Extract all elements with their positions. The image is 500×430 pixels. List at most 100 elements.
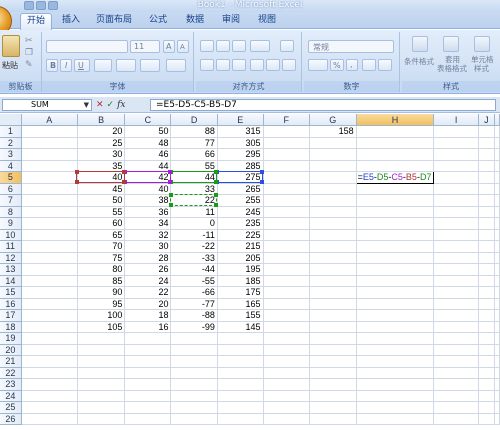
cell-c10[interactable]: 32 [124, 229, 172, 241]
cell-d11[interactable]: -22 [170, 240, 218, 253]
conditional-format-button[interactable]: 条件格式 [404, 34, 436, 74]
increase-indent-button[interactable] [266, 59, 280, 71]
cell-d14[interactable]: -55 [170, 275, 218, 287]
cell-d21[interactable] [170, 355, 218, 368]
cell-b6[interactable]: 45 [77, 183, 126, 195]
row-header-7[interactable]: 7 [0, 194, 22, 207]
cell-c18[interactable]: 16 [124, 321, 172, 333]
cell-f20[interactable] [263, 344, 311, 356]
row-header-26[interactable]: 26 [0, 413, 22, 425]
cell-i23[interactable] [433, 378, 479, 391]
cell-a7[interactable] [21, 194, 78, 207]
cut-icon[interactable]: ✂ [25, 36, 33, 46]
cell-d15[interactable]: -66 [170, 286, 218, 299]
cell-c3[interactable]: 46 [124, 148, 172, 161]
cell-f5[interactable] [263, 171, 311, 184]
cell-g23[interactable] [309, 378, 357, 391]
cell-a23[interactable] [21, 378, 78, 391]
column-header-e[interactable]: E [217, 114, 264, 126]
cell-c23[interactable] [124, 378, 172, 391]
cell-g16[interactable] [309, 298, 357, 310]
cell-g8[interactable] [309, 206, 357, 218]
underline-button[interactable]: U [74, 59, 90, 72]
name-box[interactable]: SUM ▼ [2, 99, 92, 111]
decrease-decimal-button[interactable] [378, 59, 392, 71]
align-left-button[interactable] [200, 59, 214, 71]
cell-b26[interactable] [77, 413, 126, 425]
cell-i6[interactable] [433, 183, 479, 195]
cell-h1[interactable] [356, 125, 435, 138]
cell-i21[interactable] [433, 355, 479, 368]
cell-j20[interactable] [478, 344, 496, 356]
cell-a26[interactable] [21, 413, 78, 425]
cell-g25[interactable] [309, 401, 357, 414]
cell-j15[interactable] [478, 286, 496, 299]
cell-e10[interactable]: 225 [217, 229, 264, 241]
column-header-a[interactable]: A [21, 114, 78, 126]
cell-i1[interactable] [433, 125, 479, 138]
tab-view[interactable]: 视图 [252, 13, 282, 28]
cell-h8[interactable] [356, 206, 435, 218]
cell-d9[interactable]: 0 [170, 217, 218, 230]
tab-insert[interactable]: 插入 [56, 13, 86, 28]
cell-c25[interactable] [124, 401, 172, 414]
cell-c24[interactable] [124, 390, 172, 402]
paste-button-label[interactable]: 粘贴 [2, 60, 18, 71]
cell-h10[interactable] [356, 229, 435, 241]
cell-g18[interactable] [309, 321, 357, 333]
tab-data[interactable]: 数据 [180, 13, 210, 28]
cell-h17[interactable] [356, 309, 435, 322]
cell-c1[interactable]: 50 [124, 125, 172, 138]
cell-h14[interactable] [356, 275, 435, 287]
align-middle-button[interactable] [216, 40, 230, 52]
cell-i8[interactable] [433, 206, 479, 218]
align-center-button[interactable] [216, 59, 230, 71]
phonetic-button[interactable] [166, 59, 186, 72]
cell-d3[interactable]: 66 [170, 148, 218, 161]
cell-h15[interactable] [356, 286, 435, 299]
cell-i14[interactable] [433, 275, 479, 287]
cell-j19[interactable] [478, 332, 496, 345]
row-header-18[interactable]: 18 [0, 321, 22, 333]
cell-j5[interactable] [478, 171, 496, 184]
row-header-22[interactable]: 22 [0, 367, 22, 379]
format-painter-icon[interactable]: ✎ [25, 60, 33, 70]
row-header-17[interactable]: 17 [0, 309, 22, 322]
cell-e16[interactable]: 165 [217, 298, 264, 310]
italic-button[interactable]: I [60, 59, 72, 72]
cell-e8[interactable]: 245 [217, 206, 264, 218]
cell-j24[interactable] [478, 390, 496, 402]
cell-e24[interactable] [217, 390, 264, 402]
cell-d24[interactable] [170, 390, 218, 402]
cell-j3[interactable] [478, 148, 496, 161]
wrap-text-button[interactable] [280, 40, 294, 52]
currency-format-button[interactable] [308, 59, 328, 71]
format-as-table-button[interactable]: 套用 表格格式 [437, 34, 467, 74]
cell-a16[interactable] [21, 298, 78, 310]
cell-b16[interactable]: 95 [77, 298, 126, 310]
cell-g6[interactable] [309, 183, 357, 195]
cell-b20[interactable] [77, 344, 126, 356]
cell-f9[interactable] [263, 217, 311, 230]
cell-f17[interactable] [263, 309, 311, 322]
row-header-19[interactable]: 19 [0, 332, 22, 345]
cell-h3[interactable] [356, 148, 435, 161]
cell-h21[interactable] [356, 355, 435, 368]
row-header-16[interactable]: 16 [0, 298, 22, 310]
cell-i15[interactable] [433, 286, 479, 299]
cell-f23[interactable] [263, 378, 311, 391]
cell-i26[interactable] [433, 413, 479, 425]
cell-h19[interactable] [356, 332, 435, 345]
cell-i25[interactable] [433, 401, 479, 414]
cell-e14[interactable]: 185 [217, 275, 264, 287]
cell-h26[interactable] [356, 413, 435, 425]
cell-d16[interactable]: -77 [170, 298, 218, 310]
cell-f6[interactable] [263, 183, 311, 195]
cell-f11[interactable] [263, 240, 311, 253]
cell-d10[interactable]: -11 [170, 229, 218, 241]
row-header-2[interactable]: 2 [0, 137, 22, 149]
cell-j11[interactable] [478, 240, 496, 253]
cell-e2[interactable]: 305 [217, 137, 264, 149]
cell-i13[interactable] [433, 263, 479, 276]
cell-d22[interactable] [170, 367, 218, 379]
